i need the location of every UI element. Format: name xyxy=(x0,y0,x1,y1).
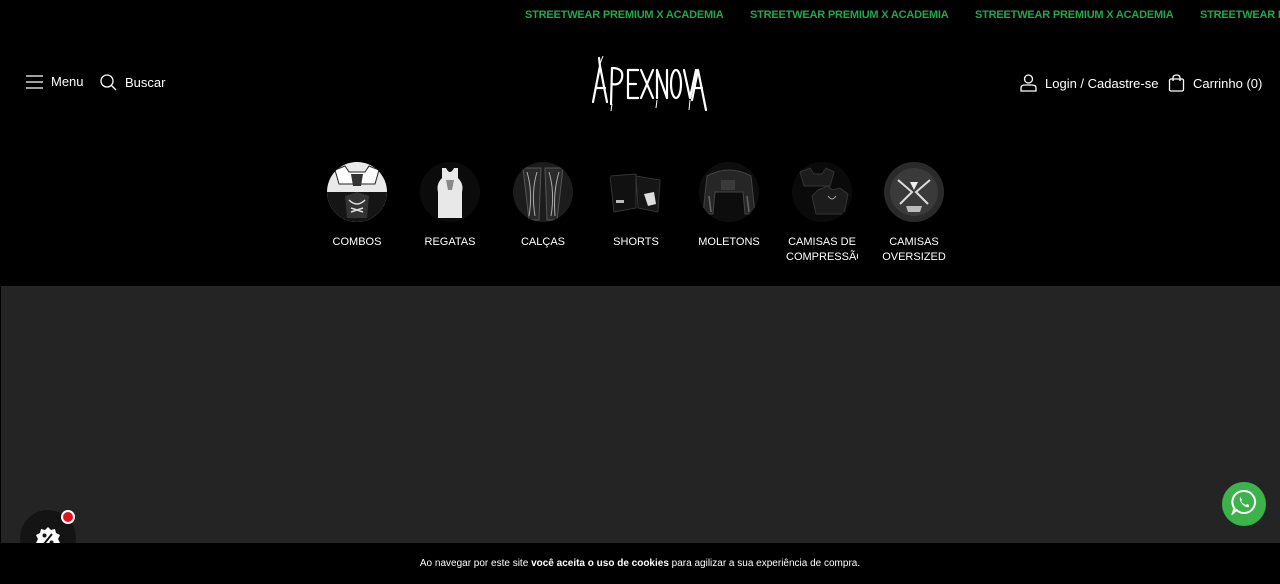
category-item-camisas-compressao[interactable]: CAMISAS DE COMPRESSÃO xyxy=(776,162,868,265)
category-label: MOLETONS xyxy=(698,236,760,248)
category-thumbnail xyxy=(699,162,759,222)
category-item-combos[interactable]: COMBOS xyxy=(311,162,403,250)
search-button[interactable]: Buscar xyxy=(100,74,165,91)
cookie-banner: Ao navegar por este site você aceita o u… xyxy=(0,543,1280,584)
announcement-text: STREETWEAR PREMIUM X ACADEMIA xyxy=(750,9,949,21)
category-thumbnail xyxy=(420,162,480,222)
announcement-text: STREETWEAR PREMIUM X ACADEMIA xyxy=(1200,9,1280,21)
category-nav: COMBOS REGATAS CALÇAS SHORTS MOLETONS CA… xyxy=(0,162,1280,272)
category-item-calcas[interactable]: CALÇAS xyxy=(497,162,589,250)
category-item-moletons[interactable]: MOLETONS xyxy=(683,162,775,250)
announcement-bar: STREETWEAR PREMIUM X ACADEMIA STREETWEAR… xyxy=(0,0,1280,30)
user-icon xyxy=(1020,74,1037,92)
whatsapp-button[interactable] xyxy=(1222,482,1266,526)
shopping-bag-icon xyxy=(1168,74,1185,92)
brand-logo[interactable] xyxy=(580,54,710,114)
hero-banner xyxy=(1,286,1280,544)
category-label: REGATAS xyxy=(424,236,476,248)
menu-label: Menu xyxy=(51,74,84,89)
category-label: CAMISAS DE COMPRESSÃO xyxy=(786,236,858,263)
cookie-text-bold: você aceita o uso de cookies xyxy=(531,558,669,569)
category-thumbnail xyxy=(606,162,666,222)
category-label: CAMISAS OVERSIZED xyxy=(882,236,946,263)
whatsapp-icon xyxy=(1230,489,1257,520)
cart-label: Carrinho (0) xyxy=(1193,75,1263,91)
category-item-regatas[interactable]: REGATAS xyxy=(404,162,496,250)
cookie-text-prefix: Ao navegar por este site xyxy=(419,558,532,569)
cookie-text-suffix: para agilizar a sua experiência de compr… xyxy=(668,558,861,569)
search-icon xyxy=(100,74,117,91)
category-thumbnail xyxy=(327,162,387,222)
category-label: CALÇAS xyxy=(520,236,566,248)
login-label: Login / Cadastre-se xyxy=(1045,75,1159,91)
category-thumbnail xyxy=(884,162,944,222)
category-label: SHORTS xyxy=(613,236,659,248)
announcement-text: STREETWEAR PREMIUM X ACADEMIA xyxy=(525,9,724,21)
menu-button[interactable]: Menu xyxy=(26,74,84,89)
category-thumbnail xyxy=(792,162,852,222)
category-item-camisas-oversized[interactable]: CAMISAS OVERSIZED xyxy=(868,162,960,265)
site-header: Menu Buscar Login / Cadastre-se Carrinho… xyxy=(0,30,1280,140)
category-thumbnail xyxy=(513,162,573,222)
menu-icon xyxy=(26,74,43,89)
search-label: Buscar xyxy=(125,75,166,90)
category-label: COMBOS xyxy=(332,236,382,248)
category-item-shorts[interactable]: SHORTS xyxy=(590,162,682,250)
login-button[interactable]: Login / Cadastre-se xyxy=(1020,74,1158,92)
announcement-text: STREETWEAR PREMIUM X ACADEMIA xyxy=(975,9,1174,21)
cart-button[interactable]: Carrinho (0) xyxy=(1168,74,1262,92)
notification-dot xyxy=(61,510,75,524)
